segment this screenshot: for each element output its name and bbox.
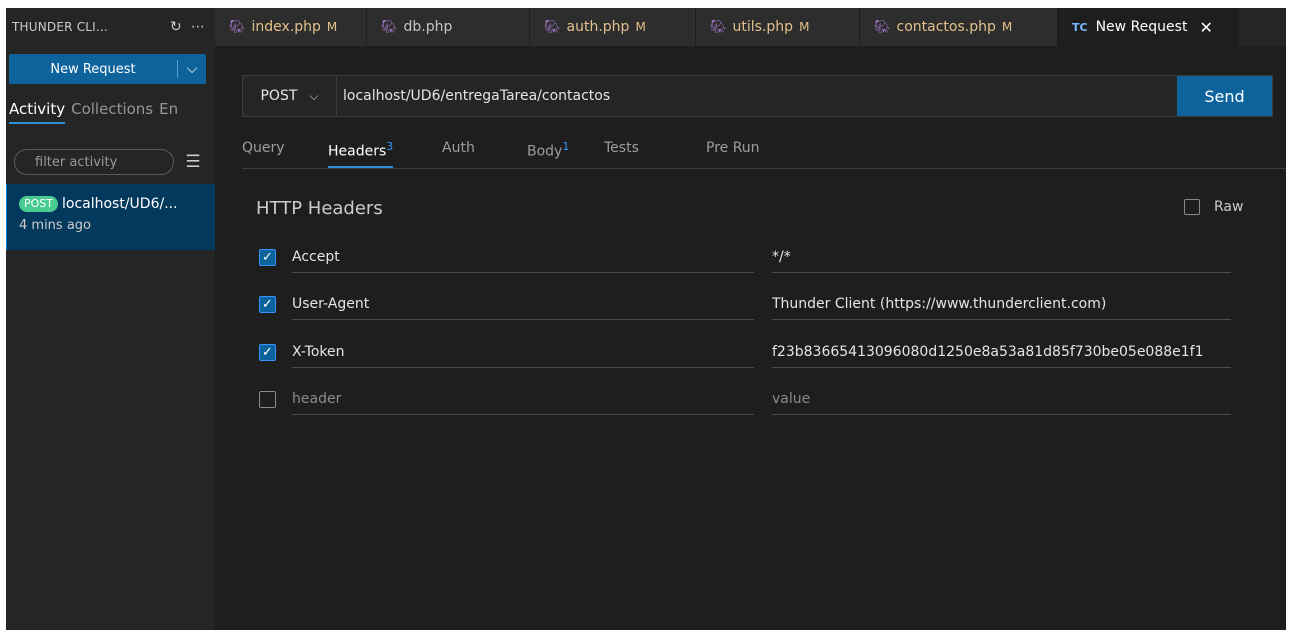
header-enabled-checkbox[interactable]: ✓	[259, 249, 276, 266]
sidebar-title: THUNDER CLI...	[12, 20, 108, 34]
header-enabled-checkbox[interactable]	[259, 391, 276, 408]
new-request-label[interactable]: New Request	[9, 54, 177, 84]
header-key-input[interactable]: User-Agent	[292, 287, 754, 320]
chevron-down-icon[interactable]: ⌵	[178, 54, 206, 84]
php-elephant-icon: 🐘︎	[381, 19, 398, 35]
header-value-input[interactable]: Thunder Client (https://www.thunderclien…	[772, 287, 1231, 320]
php-elephant-icon: 🐘︎	[544, 19, 561, 35]
php-elephant-icon: 🐘︎	[874, 19, 891, 35]
tab-label: db.php	[403, 19, 453, 35]
tab-label: contactos.php	[896, 19, 996, 35]
thunder-client-sidebar: THUNDER CLI... ↻ ⋯ New Request ⌵ Activit…	[6, 8, 215, 630]
ellipsis-icon[interactable]: ⋯	[187, 19, 209, 35]
header-row: ✓ X-Token f23b83665413096080d1250e8a53a8…	[259, 335, 1231, 369]
header-key-input[interactable]: X-Token	[292, 335, 754, 368]
close-icon[interactable]: ✕	[1199, 18, 1212, 37]
menu-icon[interactable]: ☰	[182, 149, 204, 175]
tab-label: utils.php	[732, 19, 794, 35]
editor-tab-bar: 🐘︎ index.php M 🐘︎ db.php 🐘︎ auth.php M 🐘…	[215, 8, 1286, 46]
modified-indicator: M	[326, 20, 338, 34]
tab-activity[interactable]: Activity	[9, 100, 66, 124]
thunder-client-icon: TC	[1072, 20, 1088, 34]
header-key-input[interactable]: Accept	[292, 240, 754, 273]
sidebar-tabs: Activity Collections En	[9, 100, 215, 124]
url-value: localhost/UD6/entregaTarea/contactos	[343, 88, 611, 104]
activity-item[interactable]: POST localhost/UD6/... 4 mins ago	[6, 184, 215, 250]
vscode-window: THUNDER CLI... ↻ ⋯ New Request ⌵ Activit…	[6, 8, 1286, 630]
tab-collections[interactable]: Collections	[71, 100, 153, 124]
raw-checkbox[interactable]	[1184, 199, 1200, 215]
tab-auth[interactable]: Auth	[442, 140, 475, 156]
tab-tests[interactable]: Tests	[604, 140, 639, 156]
request-tabs: Query Headers3 Auth Body1 Tests Pre Run	[242, 134, 1286, 169]
modified-indicator: M	[799, 20, 810, 34]
raw-label: Raw	[1214, 199, 1244, 215]
headers-count: 3	[386, 140, 394, 153]
tab-auth-php[interactable]: 🐘︎ auth.php M	[530, 8, 696, 46]
tab-db-php[interactable]: 🐘︎ db.php	[367, 8, 530, 46]
tab-env[interactable]: En	[159, 100, 178, 124]
tab-query[interactable]: Query	[242, 140, 285, 156]
tab-new-request[interactable]: TC New Request ✕	[1058, 8, 1238, 46]
php-elephant-icon: 🐘︎	[229, 19, 246, 35]
new-header-value-input[interactable]: value	[772, 382, 1231, 415]
tab-headers[interactable]: Headers3	[328, 140, 394, 168]
sidebar-header: THUNDER CLI... ↻ ⋯	[6, 8, 215, 46]
tab-pre-run[interactable]: Pre Run	[706, 140, 760, 156]
request-url-bar: POST ⌵ localhost/UD6/entregaTarea/contac…	[242, 75, 1273, 117]
activity-url: localhost/UD6/...	[62, 196, 178, 212]
header-row: ✓ Accept */*	[259, 240, 1231, 274]
raw-toggle[interactable]: Raw	[1184, 199, 1243, 215]
header-row: ✓ User-Agent Thunder Client (https://www…	[259, 287, 1231, 321]
body-count: 1	[562, 140, 570, 153]
tab-utils-php[interactable]: 🐘︎ utils.php M	[696, 8, 860, 46]
new-header-row: header value	[259, 382, 1231, 416]
header-enabled-checkbox[interactable]: ✓	[259, 296, 276, 313]
tab-label: New Request	[1095, 19, 1188, 35]
php-elephant-icon: 🐘︎	[710, 19, 727, 35]
activity-time: 4 mins ago	[19, 218, 91, 233]
tab-contactos-php[interactable]: 🐘︎ contactos.php M	[860, 8, 1058, 46]
url-input[interactable]: localhost/UD6/entregaTarea/contactos	[337, 76, 1177, 116]
method-badge: POST	[19, 196, 58, 212]
method-value: POST	[260, 88, 298, 104]
filter-placeholder: filter activity	[35, 154, 118, 170]
header-value-input[interactable]: f23b83665413096080d1250e8a53a81d85f730be…	[772, 335, 1231, 368]
header-value-input[interactable]: */*	[772, 240, 1231, 273]
http-headers-title: HTTP Headers	[256, 198, 383, 219]
new-request-button[interactable]: New Request ⌵	[9, 54, 206, 84]
modified-indicator: M	[635, 20, 646, 34]
modified-indicator: M	[1001, 20, 1013, 34]
tab-label: index.php	[251, 19, 321, 35]
tab-body[interactable]: Body1	[527, 140, 569, 160]
new-header-key-input[interactable]: header	[292, 382, 754, 415]
tab-index-php[interactable]: 🐘︎ index.php M	[215, 8, 367, 46]
method-select[interactable]: POST ⌵	[243, 76, 337, 116]
send-button[interactable]: Send	[1177, 76, 1272, 116]
header-enabled-checkbox[interactable]: ✓	[259, 344, 276, 361]
refresh-icon[interactable]: ↻	[165, 19, 187, 35]
tab-label: auth.php	[566, 19, 630, 35]
chevron-down-icon: ⌵	[309, 88, 319, 103]
filter-activity-input[interactable]: filter activity	[14, 149, 174, 175]
